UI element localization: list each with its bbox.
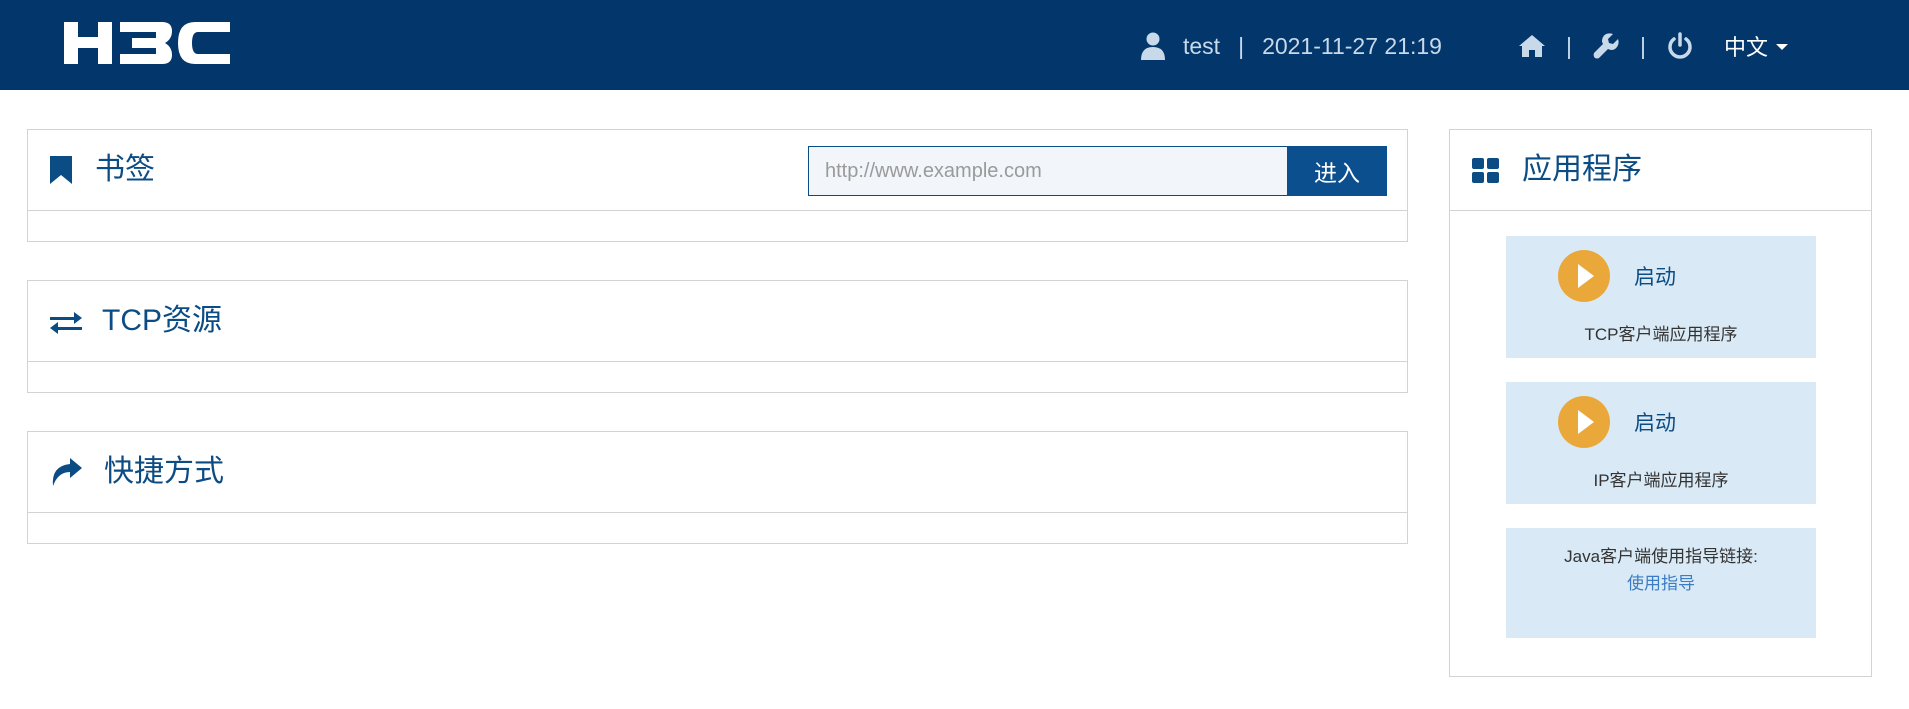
- h3c-logo: [64, 22, 230, 64]
- grid-icon: [1472, 158, 1499, 183]
- shortcuts-title: 快捷方式: [104, 455, 224, 488]
- header-nav: | | 中文: [1518, 26, 1788, 66]
- applications-panel-header: 应用程序: [1450, 130, 1871, 211]
- user-info: test | 2021-11-27 21:19: [1141, 26, 1442, 66]
- bookmarks-panel-body: [28, 211, 1407, 241]
- username: test: [1183, 32, 1221, 59]
- launch-label[interactable]: 启动: [1634, 407, 1676, 437]
- bookmarks-panel: 书签 进入: [27, 129, 1408, 242]
- separator: |: [1238, 32, 1245, 59]
- launch-label[interactable]: 启动: [1634, 261, 1676, 291]
- login-datetime: 2021-11-27 21:19: [1262, 32, 1442, 59]
- share-arrow-icon: [52, 458, 82, 486]
- tcp-resources-title: TCP资源: [102, 304, 222, 337]
- java-guide-link[interactable]: 使用指导: [1506, 569, 1816, 594]
- play-icon[interactable]: [1558, 250, 1610, 302]
- play-icon[interactable]: [1558, 396, 1610, 448]
- exchange-arrows-icon: [50, 312, 82, 334]
- shortcuts-panel-header: 快捷方式: [28, 432, 1407, 513]
- bookmarks-title: 书签: [95, 153, 155, 186]
- user-icon: [1141, 32, 1165, 60]
- shortcuts-panel-body: [28, 513, 1407, 543]
- shortcuts-panel: 快捷方式: [27, 431, 1408, 544]
- bookmark-icon: [50, 156, 72, 184]
- java-guide-card: Java客户端使用指导链接: 使用指导: [1506, 528, 1816, 638]
- separator: |: [1639, 32, 1646, 59]
- wrench-icon[interactable]: [1592, 32, 1620, 60]
- applications-title: 应用程序: [1522, 153, 1642, 186]
- caret-down-icon: [1775, 44, 1788, 50]
- url-input[interactable]: [808, 146, 1288, 196]
- ip-client-caption: IP客户端应用程序: [1593, 471, 1729, 490]
- tcp-resources-panel: TCP资源: [27, 280, 1408, 393]
- bookmarks-panel-header: 书签 进入: [28, 130, 1407, 211]
- language-label: 中文: [1723, 35, 1768, 60]
- tcp-client-app-card: 启动 TCP客户端应用程序: [1506, 236, 1816, 358]
- tcp-resources-panel-header: TCP资源: [28, 281, 1407, 362]
- java-guide-text: Java客户端使用指导链接:: [1564, 547, 1758, 566]
- ip-client-launch[interactable]: 启动: [1558, 396, 1676, 448]
- top-header: test | 2021-11-27 21:19 | | 中文: [0, 0, 1909, 90]
- power-icon[interactable]: [1666, 32, 1694, 60]
- tcp-resources-panel-body: [28, 362, 1407, 392]
- enter-button[interactable]: 进入: [1287, 146, 1387, 196]
- tcp-client-caption: TCP客户端应用程序: [1584, 325, 1738, 344]
- tcp-client-launch[interactable]: 启动: [1558, 250, 1676, 302]
- separator: |: [1566, 32, 1572, 59]
- ip-client-app-card: 启动 IP客户端应用程序: [1506, 382, 1816, 504]
- home-icon[interactable]: [1518, 32, 1546, 60]
- language-selector[interactable]: 中文: [1724, 30, 1788, 62]
- applications-panel: 应用程序 启动 TCP客户端应用程序 启动 IP客户端应用程序 Java客户端使…: [1449, 129, 1872, 677]
